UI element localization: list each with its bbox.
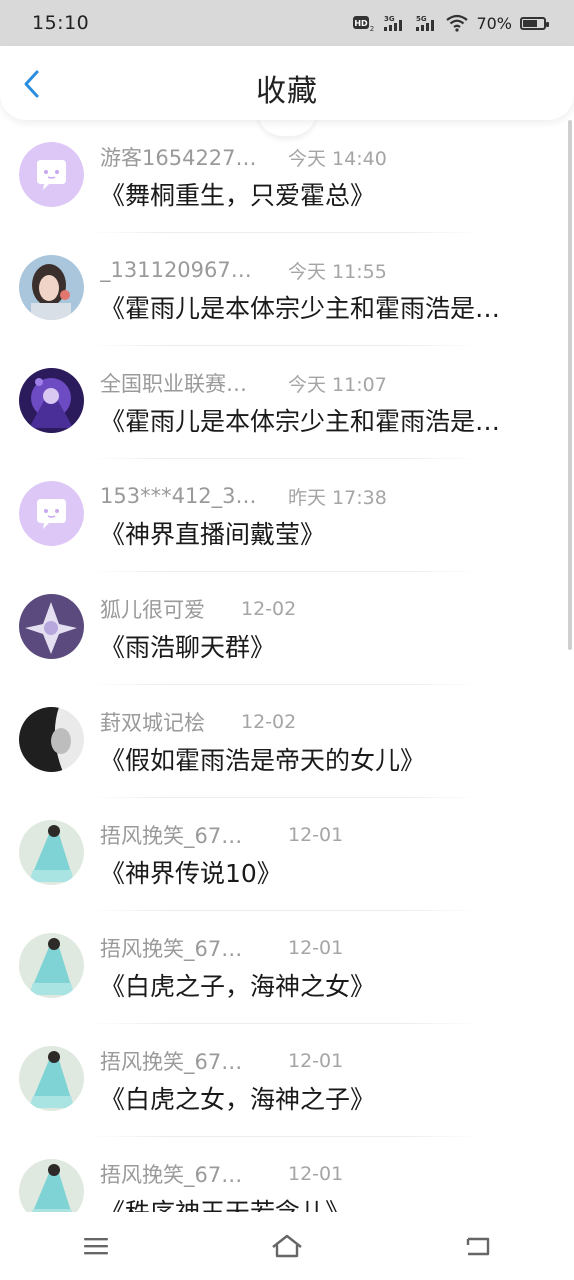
avatar[interactable] bbox=[19, 255, 84, 320]
favorite-item[interactable]: 葑双城记桧 12-02 《假如霍雨浩是帝天的女儿》 bbox=[0, 685, 574, 798]
status-bar: 15:10 HD 2 3G 5G 70% bbox=[0, 0, 574, 46]
favorite-item[interactable]: 全国职业联赛… 今天 11:07 《霍雨儿是本体宗少主和霍雨浩是… bbox=[0, 346, 574, 459]
favorite-item[interactable]: 游客1654227… 今天 14:40 《舞桐重生，只爱霍总》 bbox=[0, 120, 574, 233]
username: 全国职业联赛… bbox=[100, 372, 247, 396]
story-title[interactable]: 《白虎之子，海神之女》 bbox=[100, 967, 540, 1003]
scrollbar[interactable] bbox=[568, 120, 572, 650]
menu-icon bbox=[83, 1238, 108, 1255]
battery-fill bbox=[523, 19, 537, 27]
username: 捂风挽笑_67… bbox=[100, 1163, 243, 1187]
timestamp: 昨天 17:38 bbox=[288, 486, 387, 509]
favorite-item[interactable]: 捂风挽笑_67… 12-01 《白虎之子，海神之女》 bbox=[0, 911, 574, 1024]
avatar[interactable] bbox=[19, 1159, 84, 1212]
status-icons: HD 2 3G 5G 70% bbox=[352, 13, 549, 33]
timestamp: 今天 11:55 bbox=[288, 260, 387, 283]
username: 游客1654227… bbox=[100, 146, 257, 170]
item-meta: 狐儿很可爱 12-02 bbox=[100, 596, 296, 622]
story-title[interactable]: 《舞桐重生，只爱霍总》 bbox=[100, 176, 540, 212]
story-title[interactable]: 《白虎之女，海神之子》 bbox=[100, 1080, 540, 1116]
home-icon bbox=[272, 1234, 302, 1258]
wifi-icon bbox=[446, 14, 469, 32]
story-title[interactable]: 《雨浩聊天群》 bbox=[100, 628, 540, 664]
favorite-item[interactable]: _131120967… 今天 11:55 《霍雨儿是本体宗少主和霍雨浩是… bbox=[0, 233, 574, 346]
avatar[interactable] bbox=[19, 481, 84, 546]
item-meta: 捂风挽笑_67… 12-01 bbox=[100, 1048, 343, 1074]
avatar[interactable] bbox=[19, 594, 84, 659]
back-icon bbox=[467, 1237, 490, 1256]
page-title: 收藏 bbox=[256, 74, 318, 109]
item-meta: 游客1654227… 今天 14:40 bbox=[100, 144, 387, 170]
favorites-list: 游客1654227… 今天 14:40 《舞桐重生，只爱霍总》 _131120967…… bbox=[0, 120, 574, 1212]
svg-text:HD: HD bbox=[355, 19, 369, 28]
timestamp: 今天 14:40 bbox=[288, 147, 387, 170]
item-meta: 153***412_3… 昨天 17:38 bbox=[100, 483, 387, 509]
signal-5g-icon: 5G bbox=[414, 14, 438, 32]
header: 收藏 bbox=[0, 46, 574, 120]
favorites-screen: 15:10 HD 2 3G 5G 70% 收藏 游客1654227… 今天 14… bbox=[0, 0, 574, 1280]
avatar[interactable] bbox=[19, 368, 84, 433]
timestamp: 12-02 bbox=[241, 711, 297, 733]
back-nav-button[interactable] bbox=[448, 1221, 508, 1271]
item-meta: 捂风挽笑_67… 12-01 bbox=[100, 822, 343, 848]
timestamp: 今天 11:07 bbox=[288, 373, 387, 396]
battery-icon bbox=[520, 16, 549, 30]
timestamp: 12-01 bbox=[288, 937, 344, 959]
avatar[interactable] bbox=[19, 933, 84, 998]
favorite-item[interactable]: 捂风挽笑_67… 12-01 《秩序神王天若念儿》 bbox=[0, 1137, 574, 1212]
item-meta: 捂风挽笑_67… 12-01 bbox=[100, 935, 343, 961]
story-title[interactable]: 《秩序神王天若念儿》 bbox=[100, 1193, 540, 1212]
favorite-item[interactable]: 狐儿很可爱 12-02 《雨浩聊天群》 bbox=[0, 572, 574, 685]
svg-text:2: 2 bbox=[370, 25, 374, 32]
story-title[interactable]: 《霍雨儿是本体宗少主和霍雨浩是… bbox=[100, 289, 540, 325]
timestamp: 12-01 bbox=[288, 824, 344, 846]
story-title[interactable]: 《霍雨儿是本体宗少主和霍雨浩是… bbox=[100, 402, 540, 438]
username: 捂风挽笑_67… bbox=[100, 1050, 243, 1074]
timestamp: 12-02 bbox=[241, 598, 297, 620]
username: 捂风挽笑_67… bbox=[100, 937, 243, 961]
status-time: 15:10 bbox=[32, 12, 90, 34]
svg-text:5G: 5G bbox=[416, 15, 427, 23]
svg-text:3G: 3G bbox=[384, 15, 395, 23]
story-title[interactable]: 《假如霍雨浩是帝天的女儿》 bbox=[100, 741, 540, 777]
username: 葑双城记桧 bbox=[100, 711, 205, 735]
favorite-item[interactable]: 捂风挽笑_67… 12-01 《白虎之女，海神之子》 bbox=[0, 1024, 574, 1137]
story-title[interactable]: 《神界直播间戴莹》 bbox=[100, 515, 540, 551]
favorite-item[interactable]: 153***412_3… 昨天 17:38 《神界直播间戴莹》 bbox=[0, 459, 574, 572]
timestamp: 12-01 bbox=[288, 1163, 344, 1185]
username: 捂风挽笑_67… bbox=[100, 824, 243, 848]
item-meta: _131120967… 今天 11:55 bbox=[100, 257, 387, 283]
avatar[interactable] bbox=[19, 142, 84, 207]
navigation-bar bbox=[0, 1212, 574, 1280]
menu-button[interactable] bbox=[66, 1221, 126, 1271]
username: 狐儿很可爱 bbox=[100, 598, 205, 622]
avatar[interactable] bbox=[19, 707, 84, 772]
hd-icon: HD 2 bbox=[352, 14, 374, 32]
item-meta: 葑双城记桧 12-02 bbox=[100, 709, 296, 735]
home-button[interactable] bbox=[257, 1221, 317, 1271]
timestamp: 12-01 bbox=[288, 1050, 344, 1072]
item-meta: 捂风挽笑_67… 12-01 bbox=[100, 1161, 343, 1187]
username: 153***412_3… bbox=[100, 484, 257, 508]
battery-percent: 70% bbox=[476, 13, 512, 33]
avatar[interactable] bbox=[19, 820, 84, 885]
story-title[interactable]: 《神界传说10》 bbox=[100, 854, 540, 890]
username: _131120967… bbox=[100, 258, 252, 282]
avatar[interactable] bbox=[19, 1046, 84, 1111]
item-meta: 全国职业联赛… 今天 11:07 bbox=[100, 370, 387, 396]
favorite-item[interactable]: 捂风挽笑_67… 12-01 《神界传说10》 bbox=[0, 798, 574, 911]
signal-3g-icon: 3G bbox=[382, 14, 406, 32]
